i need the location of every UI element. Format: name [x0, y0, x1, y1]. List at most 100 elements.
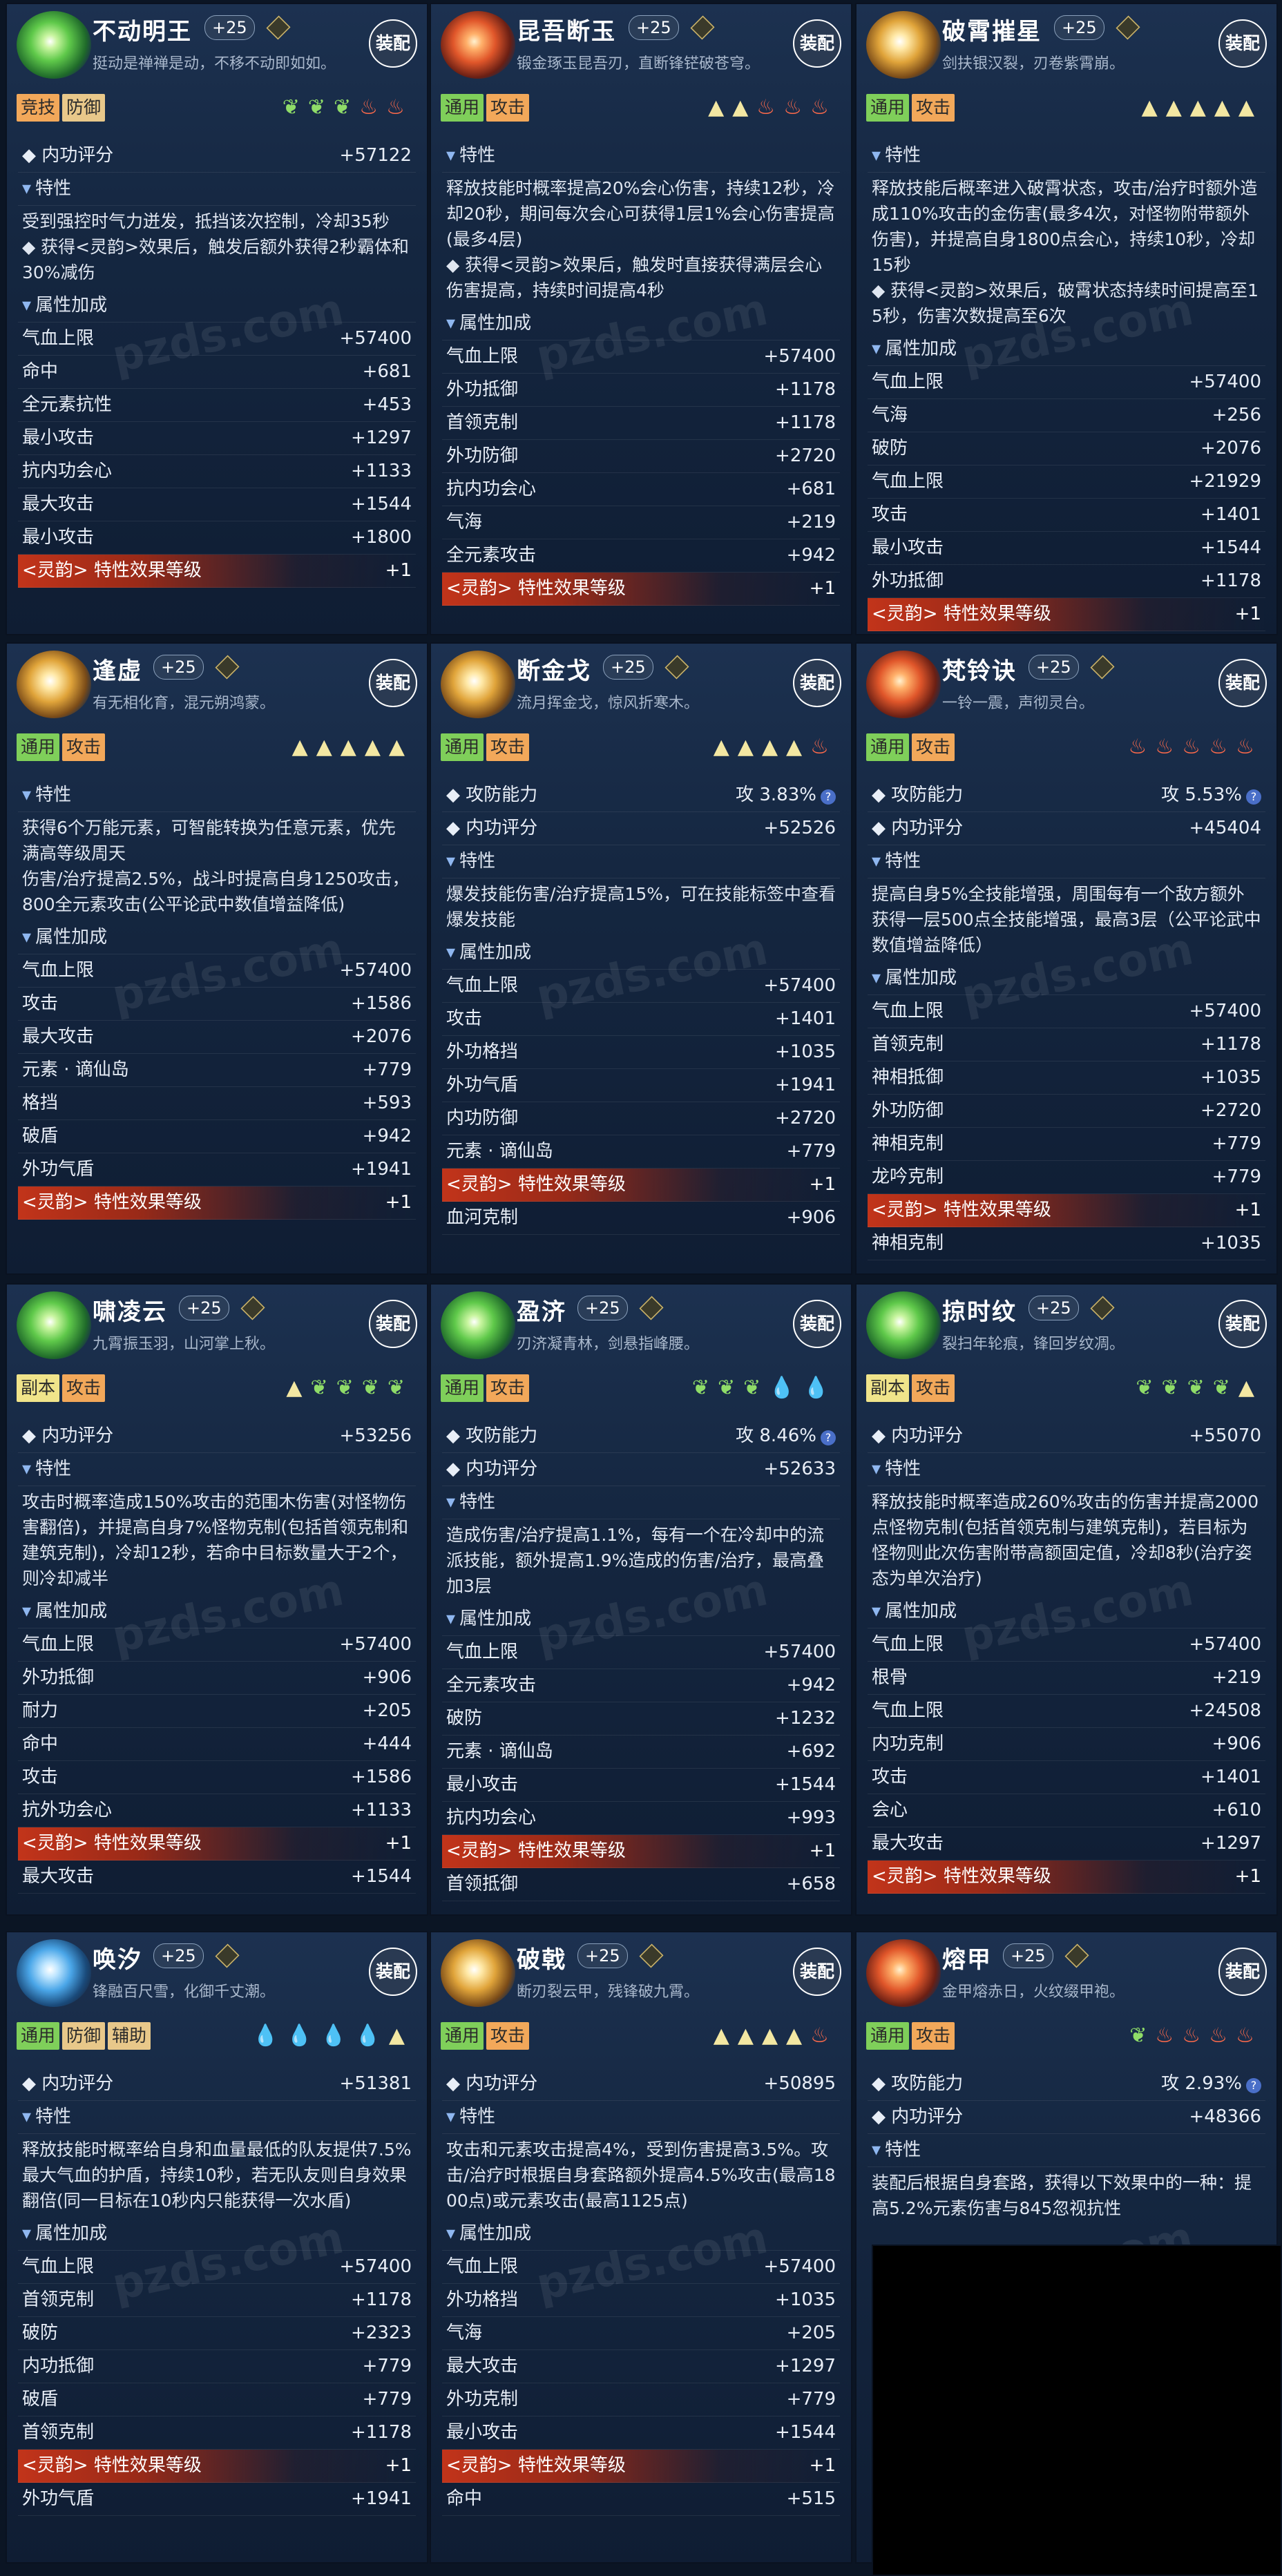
gem-card[interactable]: 掠时纹 +25 裂扫年轮痕，锋回岁纹凋。 装配 副本 攻击 ❦❦❦❦▲ ◆ 内功评分 +5507…: [855, 1283, 1278, 1916]
gem-card[interactable]: 破霄摧星 +25 剑扶银汉裂，刃卷紫霄崩。 装配 通用 攻击 ▲▲▲▲▲ ▾ 特性 释放技能后概率…: [855, 3, 1278, 635]
category-tag: 副本: [17, 1374, 60, 1402]
section-header[interactable]: ▾ 特性: [868, 845, 1265, 878]
gem-card[interactable]: 啸凌云 +25 九霄振玉羽，山河掌上秋。 装配 副本 攻击 ▲❦❦❦❦ ◆ 内功评分 +5325…: [6, 1283, 428, 1916]
level-badge: +25: [1029, 1296, 1079, 1320]
stat-value: +256: [1212, 399, 1261, 431]
equip-button[interactable]: 装配: [369, 19, 417, 68]
equip-button[interactable]: 装配: [369, 659, 417, 707]
help-icon[interactable]: ?: [821, 1430, 836, 1445]
gem-name: 破霄摧星: [942, 18, 1042, 46]
tag-row: 通用 攻击: [866, 94, 957, 122]
card-body: ◆ 内功评分 +50895 ▾ 特性 攻击和元素攻击提高4%，受到伤害提高3.5%。攻击…: [442, 2068, 840, 2555]
section-header[interactable]: ▾ 特性: [442, 845, 840, 878]
stat-value: +57122: [340, 140, 412, 171]
level-badge: +25: [577, 1296, 628, 1320]
level-badge: +25: [153, 1943, 204, 1968]
section-header[interactable]: ▾ 特性: [18, 1453, 416, 1486]
section-header[interactable]: ▾ 特性: [868, 140, 1265, 173]
stat-row: 最小攻击 +1544: [868, 532, 1265, 565]
gem-motto: 断刃裂云甲，残锋破九霄。: [517, 1983, 700, 2001]
gem-card[interactable]: 逢虚 +25 有无相化育，混元朔鸿蒙。 装配 通用 攻击 ▲▲▲▲▲ ▾ 特性 获得6个万能元素，…: [6, 642, 428, 1275]
section-header[interactable]: ▾ 特性: [18, 173, 416, 206]
stat-row: 破防 +2076: [868, 432, 1265, 465]
category-tag: 通用: [866, 2022, 910, 2050]
section-header[interactable]: ▾ 特性: [442, 2101, 840, 2134]
gem-card[interactable]: 破戟 +25 断刃裂云甲，残锋破九霄。 装配 通用 攻击 ▲▲▲▲♨ ◆ 内功评分 +50895…: [430, 1931, 852, 2564]
equip-button[interactable]: 装配: [1218, 1300, 1267, 1348]
equip-button[interactable]: 装配: [1218, 1948, 1267, 1996]
lingyun-effect-row: <灵韵> 特性效果等级 +1: [868, 1194, 1265, 1227]
stat-label: ◆ 内功评分: [446, 2073, 538, 2094]
section-header[interactable]: ▾ 特性: [442, 140, 840, 173]
card-header: 啸凌云 +25 九霄振玉羽，山河掌上秋。 装配: [7, 1285, 427, 1366]
equip-button[interactable]: 装配: [1218, 19, 1267, 68]
section-header[interactable]: ▾ 特性: [868, 1453, 1265, 1486]
equip-button[interactable]: 装配: [793, 1300, 841, 1348]
stat-value: +993: [787, 1802, 836, 1834]
gem-card[interactable]: 不动明王 +25 挺动是禅禅是动，不移不动即如如。 装配 竞技 防御 ❦❦❦♨♨ ◆ 内功评分…: [6, 3, 428, 635]
gem-card[interactable]: 昆吾断玉 +25 锻金琢玉昆吾刃，直断锋铓破苍穹。 装配 通用 攻击 ▲▲♨♨♨ ▾ 特性 释放技…: [430, 3, 852, 635]
section-header[interactable]: ▾ 特性: [868, 2134, 1265, 2167]
equip-button[interactable]: 装配: [793, 659, 841, 707]
gem-card[interactable]: 梵铃诀 +25 一铃一震，声彻灵台。 装配 通用 攻击 ♨♨♨♨♨ ◆ 攻防能力攻 5.53%…: [855, 642, 1278, 1275]
stat-row: 破防 +2323: [18, 2317, 416, 2350]
gem-motto: 挺动是禅禅是动，不移不动即如如。: [93, 55, 336, 73]
stat-value-text: +52633: [763, 1459, 836, 1479]
card-body: ▾ 特性 释放技能后概率进入破霄状态，攻击/治疗时额外造成110%攻击的金伤害(最多…: [868, 140, 1265, 631]
stat-value: +1232: [775, 1702, 836, 1734]
gem-emblem-icon: [866, 1291, 941, 1359]
stat-value: +906: [363, 1662, 412, 1693]
stat-label: 内功防御: [446, 1108, 519, 1128]
stat-label: 破防: [22, 2323, 59, 2343]
stat-value-text: +1297: [775, 2356, 836, 2376]
leaf-mark-icon: ❦: [1187, 1376, 1213, 1400]
tri-mark-icon: ▲: [1165, 95, 1190, 119]
section-label: 属性加成: [35, 2223, 108, 2244]
stat-label: ◆ 内功评分: [22, 1425, 114, 1446]
diamond-icon: [1090, 1296, 1115, 1320]
equip-button[interactable]: 装配: [793, 1948, 841, 1996]
stat-row: 气海 +219: [442, 506, 840, 539]
stat-label: 元素 · 谪仙岛: [22, 1059, 129, 1080]
stat-label: 气血上限: [22, 328, 95, 349]
equip-button[interactable]: 装配: [369, 1300, 417, 1348]
level-badge: +25: [204, 15, 255, 40]
level-badge: +25: [577, 1943, 628, 1968]
stat-value-text: +1401: [1200, 504, 1261, 525]
gem-motto: 剑扶银汉裂，刃卷紫霄崩。: [942, 55, 1125, 73]
level-badge: +25: [153, 655, 204, 680]
stat-value-text: +444: [362, 1733, 412, 1754]
stat-value: +2323: [351, 2317, 412, 2349]
section-header[interactable]: ▾ 特性: [18, 2101, 416, 2134]
stat-value: 攻 8.46%?: [736, 1420, 836, 1452]
gem-card[interactable]: 盈济 +25 刃济凝青林，剑悬指峰腰。 装配 通用 攻击 ❦❦❦💧💧 ◆ 攻防能力攻 8.46…: [430, 1283, 852, 1916]
stat-value-text: +219: [1212, 1667, 1261, 1688]
stat-label: 最大攻击: [872, 1833, 944, 1854]
help-icon[interactable]: ?: [1246, 789, 1261, 805]
stat-value: +1297: [775, 2350, 836, 2382]
section-header[interactable]: ▾ 特性: [18, 779, 416, 812]
stat-value-text: +57400: [1189, 372, 1262, 392]
diamond-icon: [639, 1296, 664, 1320]
stat-value: +1297: [1200, 1827, 1261, 1859]
gem-card[interactable]: 断金戈 +25 流月挥金戈，惊风折寒木。 装配 通用 攻击 ▲▲▲▲♨ ◆ 攻防能力攻 3.8…: [430, 642, 852, 1275]
equip-button[interactable]: 装配: [793, 19, 841, 68]
help-icon[interactable]: ?: [1246, 2078, 1261, 2093]
gem-card[interactable]: 唤汐 +25 锋融百尺雪，化御千丈潮。 装配 通用 防御 辅助 💧💧💧💧▲ ◆ 内功评分 +513…: [6, 1931, 428, 2564]
stat-label: 攻击: [22, 1767, 59, 1787]
equip-button[interactable]: 装配: [369, 1948, 417, 1996]
card-body: ◆ 攻防能力攻 8.46%? ◆ 内功评分 +52633 ▾ 特性 造成伤害/治疗提高1.…: [442, 1420, 840, 1907]
card-header: 不动明王 +25 挺动是禅禅是动，不移不动即如如。 装配: [7, 4, 427, 86]
stat-row: 内功抵御 +779: [18, 2350, 416, 2383]
fire-mark-icon: ♨: [1236, 2024, 1263, 2048]
stat-value-text: +779: [786, 1141, 836, 1162]
section-label: 属性加成: [885, 338, 957, 359]
stat-row: ◆ 内功评分 +48366: [868, 2101, 1265, 2134]
help-icon[interactable]: ?: [821, 789, 836, 805]
section-header[interactable]: ▾ 特性: [442, 1486, 840, 1519]
stat-label: 气血上限: [872, 1001, 944, 1021]
stat-label: ◆ 内功评分: [872, 818, 964, 838]
stat-value: +779: [363, 2350, 412, 2382]
equip-button[interactable]: 装配: [1218, 659, 1267, 707]
stat-value-text: +515: [786, 2488, 836, 2509]
